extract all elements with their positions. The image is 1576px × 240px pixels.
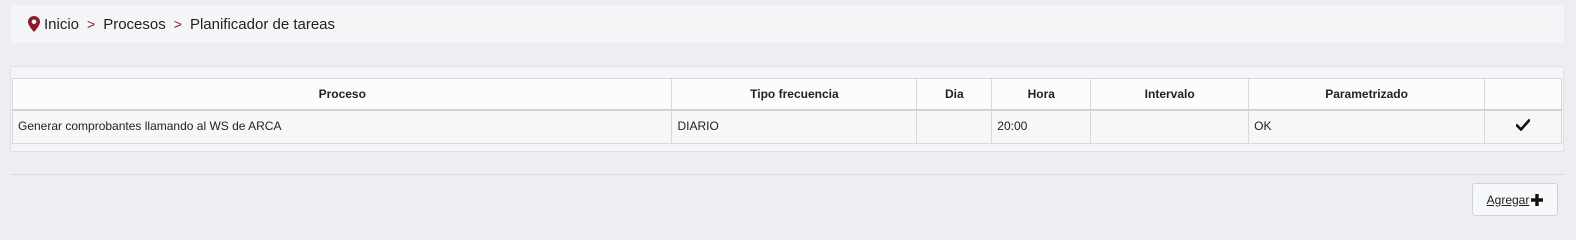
plus-icon [1531, 193, 1544, 206]
breadcrumb: Inicio > Procesos > Planificador de tare… [10, 5, 1564, 43]
cell-action [1484, 109, 1562, 144]
scheduler-panel: Proceso Tipo frecuencia Dia Hora Interva… [10, 66, 1564, 152]
cell-intervalo [1090, 109, 1250, 144]
map-pin-icon [28, 16, 40, 32]
column-header-hora[interactable]: Hora [991, 78, 1092, 111]
cell-parametrizado: OK [1248, 109, 1485, 144]
column-header-parametrizado[interactable]: Parametrizado [1248, 78, 1485, 111]
breadcrumb-item-procesos[interactable]: Procesos [103, 16, 166, 33]
cell-tipo-frecuencia: DIARIO [671, 109, 918, 144]
cell-proceso: Generar comprobantes llamando al WS de A… [11, 109, 673, 144]
check-icon[interactable] [1515, 118, 1531, 132]
column-header-proceso[interactable]: Proceso [11, 78, 673, 111]
cell-dia [916, 109, 993, 144]
column-header-intervalo[interactable]: Intervalo [1090, 78, 1250, 111]
table-header-row: Proceso Tipo frecuencia Dia Hora Interva… [11, 78, 1562, 111]
add-button-label: Agregar [1486, 192, 1530, 207]
column-header-tipo-frecuencia[interactable]: Tipo frecuencia [671, 78, 918, 111]
cell-hora: 20:00 [991, 109, 1092, 144]
task-scheduler-table: Proceso Tipo frecuencia Dia Hora Interva… [11, 78, 1562, 144]
column-header-dia[interactable]: Dia [916, 78, 993, 111]
breadcrumb-separator: > [87, 16, 96, 32]
breadcrumb-separator: > [173, 16, 182, 32]
breadcrumb-item-planificador: Planificador de tareas [189, 15, 336, 33]
breadcrumb-item-inicio[interactable]: Inicio [44, 16, 79, 33]
table-row[interactable]: Generar comprobantes llamando al WS de A… [11, 109, 1562, 144]
section-divider [10, 174, 1564, 175]
column-header-actions [1484, 78, 1562, 111]
add-button[interactable]: Agregar [1472, 183, 1558, 216]
